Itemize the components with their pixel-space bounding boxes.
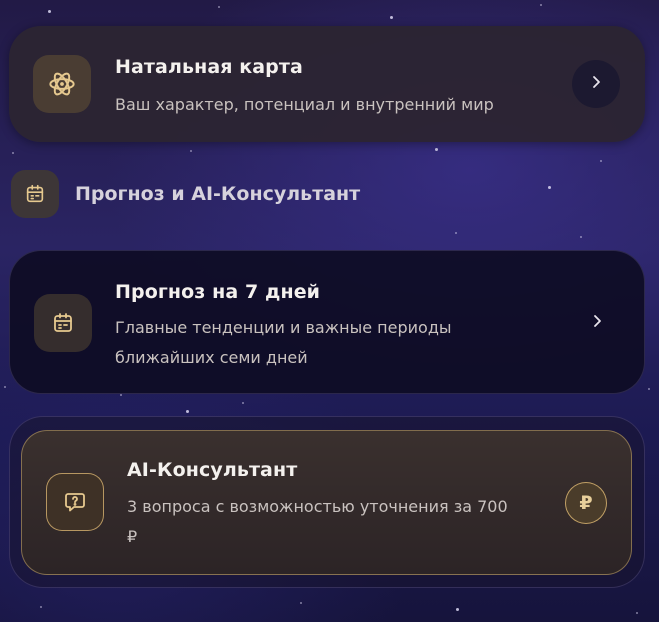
natal-chart-subtitle: Ваш характер, потенциал и внутренний мир — [115, 95, 494, 114]
natal-chart-open-button[interactable] — [572, 60, 620, 108]
forecast-7-days-card[interactable]: Прогноз на 7 дней Главные тенденции и ва… — [9, 250, 645, 394]
atom-icon — [33, 55, 91, 113]
section-header: Прогноз и AI-Консультант — [11, 170, 360, 218]
price-badge-ruble[interactable]: ₽ — [565, 482, 607, 524]
ai-consultant-subtitle-line2: ₽ — [127, 527, 138, 546]
calendar-icon — [34, 294, 92, 352]
forecast-subtitle-line2: ближайших семи дней — [115, 348, 308, 367]
question-bubble-icon — [46, 473, 104, 531]
forecast-title: Прогноз на 7 дней — [115, 281, 321, 303]
natal-chart-title: Натальная карта — [115, 56, 303, 78]
forecast-subtitle-line1: Главные тенденции и важные периоды — [115, 318, 452, 337]
section-title: Прогноз и AI-Консультант — [75, 183, 361, 205]
ai-consultant-subtitle-line1: 3 вопроса с возможностью уточнения за 70… — [127, 497, 508, 516]
forecast-open-button[interactable] — [573, 299, 621, 347]
ai-consultant-title: AI-Консультант — [127, 459, 298, 481]
calendar-icon — [11, 170, 59, 218]
natal-chart-card[interactable]: Натальная карта Ваш характер, потенциал … — [9, 26, 645, 142]
chevron-right-icon — [589, 313, 605, 333]
ai-consultant-card[interactable]: AI-Консультант 3 вопроса с возможностью … — [21, 430, 632, 575]
chevron-right-icon — [588, 74, 604, 94]
